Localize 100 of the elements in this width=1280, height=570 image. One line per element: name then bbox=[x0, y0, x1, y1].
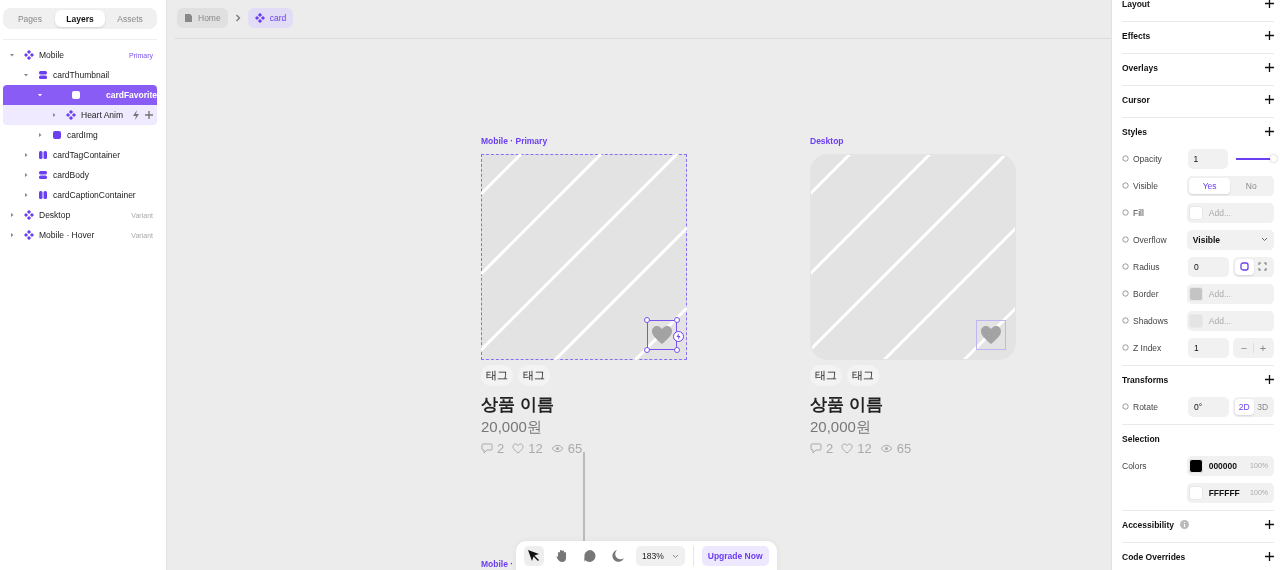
tool-button[interactable] bbox=[524, 546, 544, 566]
property-label: Z Index bbox=[1133, 342, 1163, 353]
variable-icon[interactable] bbox=[1122, 236, 1129, 243]
property-label: Fill bbox=[1133, 207, 1145, 218]
add-icon[interactable] bbox=[1265, 63, 1274, 72]
comment-icon bbox=[583, 549, 597, 563]
resize-handle[interactable] bbox=[644, 347, 650, 353]
heart-icon bbox=[841, 443, 854, 454]
variable-icon[interactable] bbox=[1122, 290, 1129, 297]
layer-name: Desktop bbox=[39, 210, 71, 220]
chevron-icon bbox=[233, 14, 242, 22]
panel-tab[interactable]: Layers bbox=[55, 10, 105, 27]
layer-item[interactable]: cardTagContainer bbox=[3, 145, 157, 165]
section-title: Selection bbox=[1122, 433, 1160, 444]
stack-icon bbox=[38, 70, 48, 80]
section-title: Effects bbox=[1122, 30, 1151, 41]
hand-icon bbox=[555, 549, 569, 563]
frame-label[interactable]: Desktop bbox=[810, 136, 1016, 148]
breadcrumb-item[interactable]: card bbox=[247, 8, 294, 28]
interaction-icon[interactable] bbox=[673, 331, 684, 342]
add-icon[interactable] bbox=[1265, 552, 1274, 561]
property-label: Opacity bbox=[1133, 153, 1163, 164]
layer-name: Mobile · Hover bbox=[39, 230, 95, 240]
expand-icon[interactable] bbox=[51, 112, 57, 118]
resize-handle[interactable] bbox=[674, 347, 680, 353]
layer-item[interactable]: cardFavorite bbox=[3, 85, 157, 105]
zoom-dropdown[interactable]: 183% bbox=[636, 546, 685, 566]
section-title: Layout bbox=[1122, 0, 1150, 9]
component-icon bbox=[24, 210, 34, 220]
frame-label[interactable]: Mobile · Primary bbox=[481, 136, 687, 148]
variable-icon[interactable] bbox=[1122, 344, 1129, 351]
expand-icon[interactable] bbox=[23, 172, 29, 178]
tag: 태그 bbox=[481, 365, 513, 386]
section-title: Accessibility bbox=[1122, 519, 1174, 530]
comment-icon bbox=[810, 443, 822, 454]
add-icon[interactable] bbox=[1265, 95, 1274, 104]
segment-option[interactable]: Yes bbox=[1188, 177, 1231, 194]
radius-mode-button[interactable] bbox=[1235, 258, 1254, 275]
segment-option[interactable]: 2D bbox=[1235, 398, 1254, 415]
expand-icon[interactable] bbox=[37, 132, 43, 138]
stat-count: 12 bbox=[857, 441, 872, 456]
resize-handle[interactable] bbox=[674, 317, 680, 323]
page-icon bbox=[184, 13, 193, 23]
comment-icon bbox=[481, 443, 493, 454]
heart-button[interactable] bbox=[647, 320, 677, 350]
layer-item[interactable]: cardBody bbox=[3, 165, 157, 185]
product-name: 상품 이름 bbox=[481, 394, 555, 416]
variable-icon[interactable] bbox=[1122, 155, 1129, 162]
heart-icon bbox=[651, 325, 673, 345]
add-icon[interactable] bbox=[1265, 127, 1274, 136]
upgrade-button[interactable]: Upgrade Now bbox=[701, 546, 769, 566]
frame-label[interactable]: Mobile · bbox=[481, 559, 514, 570]
expand-icon[interactable] bbox=[37, 92, 43, 98]
row-icon bbox=[38, 150, 48, 160]
number-field[interactable]: 1 bbox=[1187, 148, 1229, 169]
layer-name: cardTagContainer bbox=[53, 150, 121, 160]
stat-count: 65 bbox=[896, 441, 912, 456]
opacity-slider[interactable] bbox=[1236, 157, 1274, 160]
expand-icon[interactable] bbox=[23, 192, 29, 198]
product-name: 상품 이름 bbox=[810, 394, 884, 416]
tag: 태그 bbox=[847, 365, 879, 386]
variable-icon[interactable] bbox=[1122, 209, 1129, 216]
layer-item[interactable]: cardCaptionContainer bbox=[3, 185, 157, 205]
expand-icon[interactable] bbox=[23, 72, 29, 78]
chevron-down-icon bbox=[671, 553, 679, 559]
lightning-icon[interactable] bbox=[132, 110, 140, 120]
tag: 태그 bbox=[518, 365, 550, 386]
layer-name: Heart Anim bbox=[81, 110, 124, 120]
add-icon[interactable] bbox=[1265, 0, 1274, 8]
overflow-select[interactable]: Visible bbox=[1186, 229, 1274, 250]
stat-count: 2 bbox=[497, 441, 505, 456]
expand-icon[interactable] bbox=[9, 232, 15, 238]
heart-button[interactable] bbox=[976, 320, 1006, 350]
expand-icon[interactable] bbox=[9, 212, 15, 218]
number-field[interactable]: 0° bbox=[1188, 396, 1229, 417]
number-field[interactable]: 0 bbox=[1188, 256, 1229, 277]
variable-icon[interactable] bbox=[1122, 317, 1129, 324]
property-label: Rotate bbox=[1133, 401, 1160, 412]
expand-icon[interactable] bbox=[9, 52, 15, 58]
property-label: Border bbox=[1133, 288, 1160, 299]
frame-icon bbox=[71, 90, 82, 100]
product-price: 20,000원 bbox=[481, 418, 543, 437]
variable-icon[interactable] bbox=[1122, 182, 1129, 189]
add-icon[interactable] bbox=[1265, 375, 1274, 384]
stat-count: 65 bbox=[567, 441, 583, 456]
frame-icon bbox=[52, 130, 62, 140]
layer-item[interactable]: cardThumbnail bbox=[3, 65, 157, 85]
resize-handle[interactable] bbox=[644, 317, 650, 323]
add-icon[interactable] bbox=[1265, 31, 1274, 40]
expand-icon[interactable] bbox=[23, 152, 29, 158]
property-label: Radius bbox=[1133, 261, 1161, 272]
layer-item[interactable]: cardImg bbox=[3, 125, 157, 145]
section-title: Styles bbox=[1122, 126, 1148, 137]
number-field[interactable]: 1 bbox=[1188, 337, 1229, 358]
add-icon[interactable] bbox=[1265, 520, 1274, 529]
info-icon[interactable] bbox=[1180, 520, 1189, 529]
layer-item[interactable]: Heart Anim bbox=[3, 105, 157, 125]
chevron-down-icon bbox=[1261, 237, 1268, 242]
variable-icon[interactable] bbox=[1122, 263, 1129, 270]
variable-icon[interactable] bbox=[1122, 403, 1129, 410]
